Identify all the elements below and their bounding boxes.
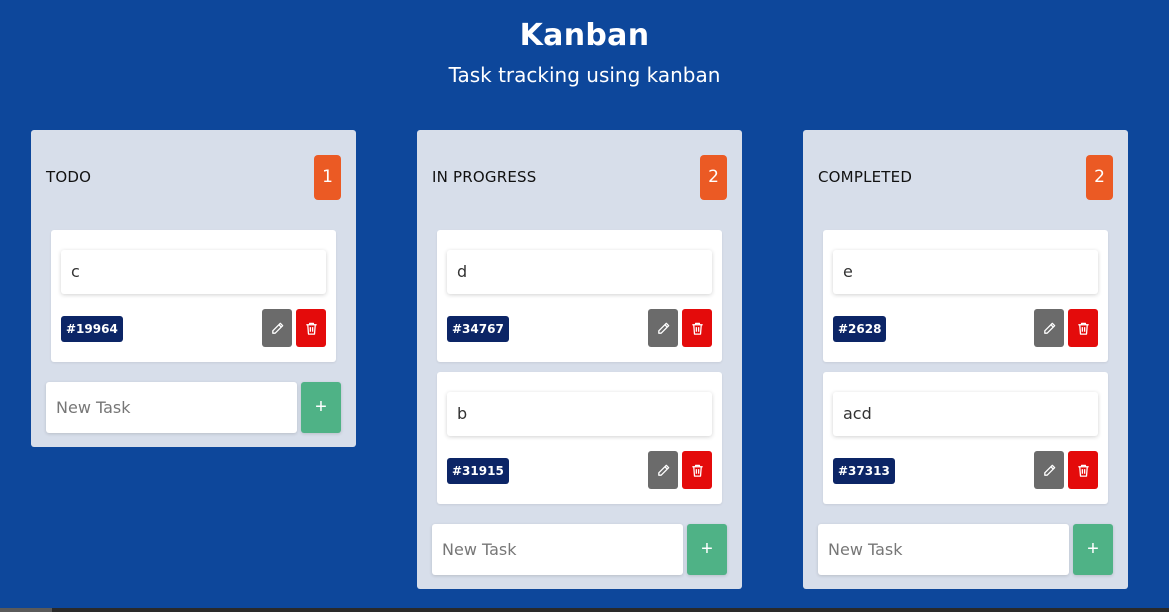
column-title: TODO — [46, 168, 92, 186]
edit-task-button[interactable] — [648, 309, 678, 347]
edit-task-button[interactable] — [1034, 309, 1064, 347]
task-card[interactable]: c #19964 — [51, 230, 336, 362]
pencil-icon — [657, 464, 669, 476]
task-id-badge: #34767 — [447, 316, 509, 342]
task-card[interactable]: e #2628 — [823, 230, 1108, 362]
pencil-icon — [1043, 464, 1055, 476]
card-list: c #19964 — [51, 230, 336, 372]
edit-task-button[interactable] — [648, 451, 678, 489]
new-task-input[interactable] — [818, 524, 1069, 575]
task-text: b — [447, 392, 712, 436]
column-header: COMPLETED 2 — [818, 155, 1113, 200]
trash-icon — [691, 322, 703, 335]
new-task-row: + — [432, 524, 727, 575]
trash-icon — [305, 322, 317, 335]
task-card[interactable]: acd #37313 — [823, 372, 1108, 504]
kanban-page: Kanban Task tracking using kanban TODO 1… — [0, 0, 1169, 612]
scrollbar-thumb[interactable] — [0, 608, 52, 612]
pencil-icon — [271, 322, 283, 334]
horizontal-scrollbar[interactable] — [0, 608, 1169, 612]
task-text: d — [447, 250, 712, 294]
column-header: TODO 1 — [46, 155, 341, 200]
trash-icon — [691, 464, 703, 477]
task-count-badge: 1 — [314, 155, 341, 200]
new-task-input[interactable] — [46, 382, 297, 433]
task-text: e — [833, 250, 1098, 294]
add-task-button[interactable]: + — [301, 382, 341, 433]
task-count-badge: 2 — [1086, 155, 1113, 200]
delete-task-button[interactable] — [682, 309, 712, 347]
edit-task-button[interactable] — [1034, 451, 1064, 489]
task-count-badge: 2 — [700, 155, 727, 200]
task-text: c — [61, 250, 326, 294]
card-list: e #2628 acd #37313 — [823, 230, 1108, 514]
trash-icon — [1077, 322, 1089, 335]
column-title: IN PROGRESS — [432, 168, 537, 186]
trash-icon — [1077, 464, 1089, 477]
page-title: Kanban — [519, 18, 650, 53]
column-todo: TODO 1 c #19964 + — [31, 130, 356, 447]
page-subtitle: Task tracking using kanban — [448, 63, 721, 87]
add-task-button[interactable]: + — [687, 524, 727, 575]
column-completed: COMPLETED 2 e #2628 acd #37313 New Task … — [803, 130, 1128, 589]
task-text: acd — [833, 392, 1098, 436]
delete-task-button[interactable] — [296, 309, 326, 347]
new-task-row: + — [46, 382, 341, 433]
column-in-progress: IN PROGRESS 2 d #34767 b #31915 New Task… — [417, 130, 742, 589]
column-header: IN PROGRESS 2 — [432, 155, 727, 200]
new-task-row: + — [818, 524, 1113, 575]
task-card[interactable]: b #31915 — [437, 372, 722, 504]
task-id-badge: #37313 — [833, 458, 895, 484]
card-list: d #34767 b #31915 — [437, 230, 722, 514]
new-task-input[interactable] — [432, 524, 683, 575]
edit-task-button[interactable] — [262, 309, 292, 347]
task-id-badge: #19964 — [61, 316, 123, 342]
delete-task-button[interactable] — [1068, 309, 1098, 347]
delete-task-button[interactable] — [1068, 451, 1098, 489]
add-task-button[interactable]: + — [1073, 524, 1113, 575]
task-id-badge: #2628 — [833, 316, 887, 342]
task-card[interactable]: d #34767 — [437, 230, 722, 362]
column-title: COMPLETED — [818, 168, 913, 186]
task-id-badge: #31915 — [447, 458, 509, 484]
delete-task-button[interactable] — [682, 451, 712, 489]
pencil-icon — [657, 322, 669, 334]
pencil-icon — [1043, 322, 1055, 334]
